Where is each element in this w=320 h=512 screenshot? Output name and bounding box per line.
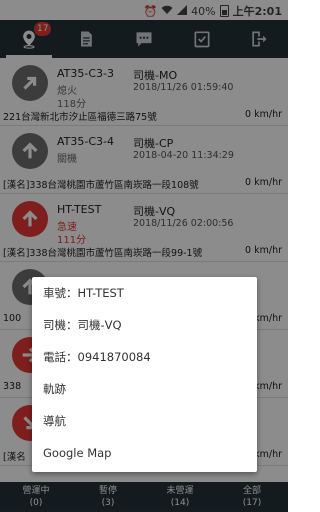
popup-track[interactable]: 軌跡 (32, 373, 257, 405)
popup-google-map[interactable]: Google Map (32, 437, 257, 469)
popup-plate[interactable]: 車號：HT-TEST (32, 277, 257, 309)
popup-navigate[interactable]: 導航 (32, 405, 257, 437)
popup-phone[interactable]: 電話：0941870084 (32, 341, 257, 373)
popup-driver[interactable]: 司機：司機-VQ (32, 309, 257, 341)
vehicle-action-popup: 車號：HT-TEST 司機：司機-VQ 電話：0941870084 軌跡 導航 … (32, 277, 257, 472)
